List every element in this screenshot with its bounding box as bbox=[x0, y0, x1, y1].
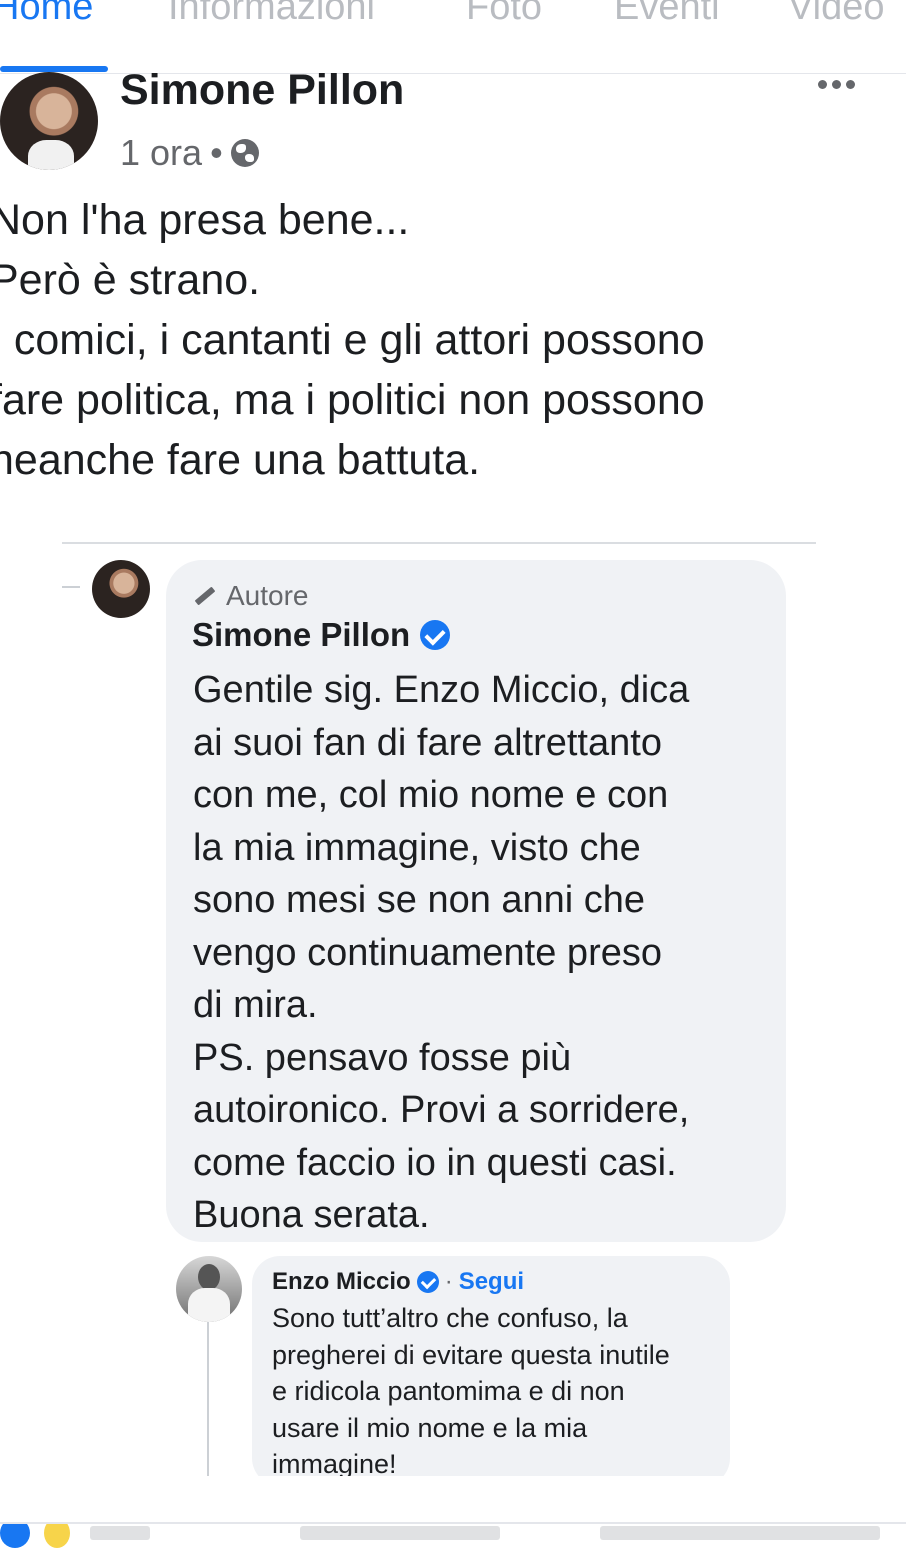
reply-separator: · bbox=[444, 1268, 453, 1295]
comment-count[interactable] bbox=[300, 1526, 500, 1540]
divider bbox=[62, 542, 816, 544]
like-reaction-icon[interactable] bbox=[0, 1524, 30, 1548]
comment-author-label: Simone Pillon bbox=[192, 616, 411, 653]
tab-foto[interactable]: Foto bbox=[466, 0, 542, 29]
tab-home[interactable]: Home bbox=[0, 0, 93, 29]
comment-author-name: Simone Pillon bbox=[192, 616, 451, 654]
post-meta: 1 ora • bbox=[120, 132, 259, 174]
post-timestamp[interactable]: 1 ora bbox=[120, 132, 202, 174]
reaction-count[interactable] bbox=[90, 1526, 150, 1540]
verified-icon bbox=[416, 1271, 439, 1293]
share-count[interactable] bbox=[600, 1526, 880, 1540]
page-tab-bar: Home Informazioni Foto Eventi Video bbox=[0, 0, 906, 74]
verified-icon bbox=[420, 620, 451, 650]
post-author-avatar[interactable] bbox=[0, 72, 98, 170]
more-options-icon[interactable] bbox=[812, 72, 860, 96]
reply-author-name: Enzo Miccio bbox=[272, 1268, 411, 1295]
thread-line bbox=[62, 586, 80, 588]
pencil-icon bbox=[192, 584, 216, 608]
active-tab-indicator bbox=[0, 66, 108, 72]
post-text: Non l'ha presa bene... Però è strano. I … bbox=[0, 196, 705, 484]
author-badge: Autore bbox=[192, 580, 309, 612]
reply-author-avatar bbox=[176, 1256, 242, 1322]
globe-icon bbox=[230, 139, 259, 167]
tab-informazioni[interactable]: Informazioni bbox=[168, 0, 375, 29]
haha-reaction-icon[interactable] bbox=[44, 1524, 70, 1548]
comment-text: Gentile sig. Enzo Miccio, dica ai suoi f… bbox=[193, 669, 690, 1236]
reactions-bar bbox=[0, 1522, 906, 1554]
meta-separator: • bbox=[210, 132, 223, 173]
post-author-name[interactable]: Simone Pillon bbox=[120, 66, 404, 115]
screenshot-edge bbox=[0, 1476, 906, 1506]
author-badge-label: Autore bbox=[226, 580, 309, 611]
reply-text: Sono tutt’altro che confuso, la preghere… bbox=[272, 1303, 670, 1479]
tab-video[interactable]: Video bbox=[788, 0, 885, 29]
reply-header: Enzo Miccio · Segui bbox=[272, 1268, 524, 1296]
tab-eventi[interactable]: Eventi bbox=[614, 0, 720, 29]
comment-author-avatar bbox=[92, 560, 150, 618]
follow-link: Segui bbox=[458, 1268, 525, 1295]
reply-thread-line bbox=[207, 1322, 209, 1476]
